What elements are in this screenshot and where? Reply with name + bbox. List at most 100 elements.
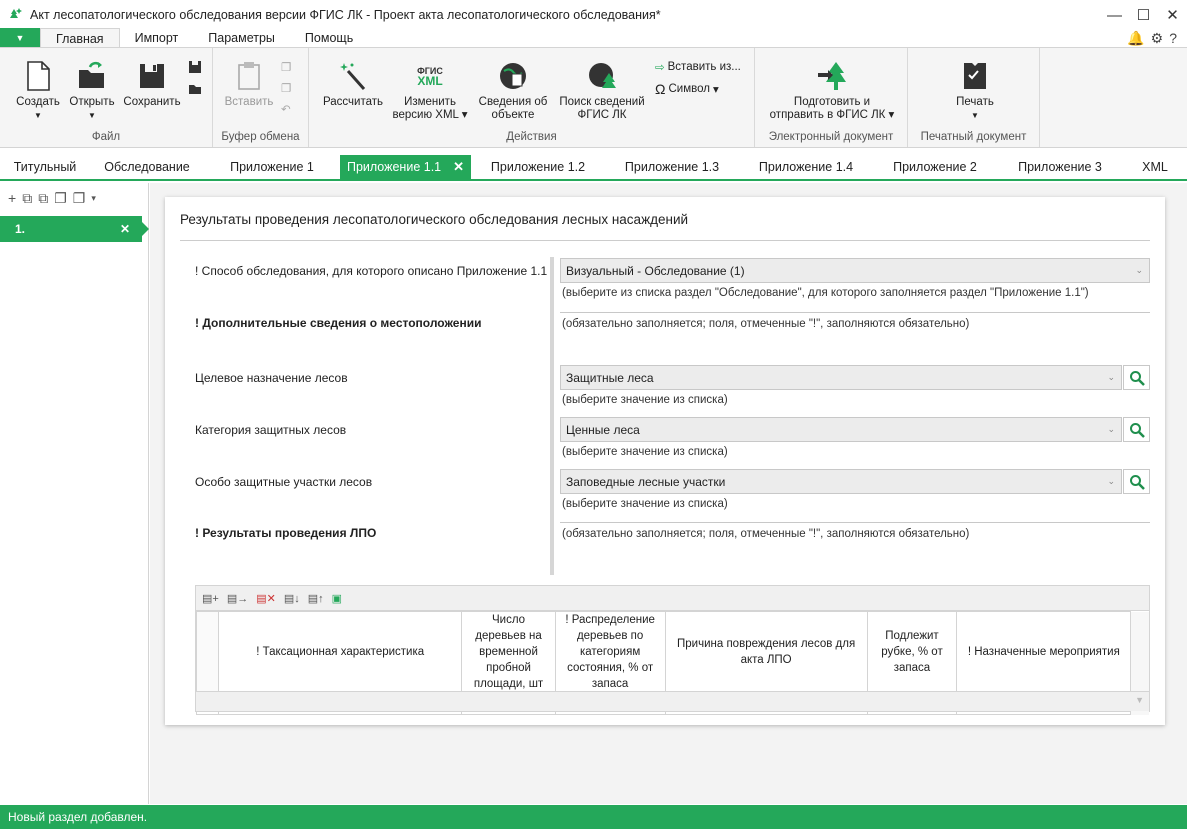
group-clipboard-label: Буфер обмена (221, 131, 300, 143)
column-header[interactable]: ! Таксационная характеристика (217, 611, 463, 693)
tab-import[interactable]: Импорт (120, 28, 194, 48)
group-actions: Рассчитать ФГИС XML Изменить версию XML ▾ … (309, 48, 755, 147)
save-as-icon[interactable] (188, 60, 202, 74)
results-table: ▤+ ▤→ ▤✕ ▤↓ ▤↑ ▣ ! Таксационная характер… (195, 585, 1150, 715)
create-button[interactable]: Создать ▼ (10, 60, 66, 122)
tab-xml[interactable]: XML (1123, 155, 1187, 179)
tab-appendix-1-3[interactable]: Приложение 1.3 (605, 155, 739, 179)
save-button[interactable]: Сохранить (120, 60, 184, 109)
tab-appendix-1-2[interactable]: Приложение 1.2 (471, 155, 605, 179)
settings-icon[interactable]: ⚙ (1151, 30, 1164, 47)
cut-icon[interactable]: ❐ (281, 81, 291, 95)
app-icon (6, 5, 26, 25)
paste-button[interactable]: Вставить (221, 60, 277, 109)
title-bar: Акт лесопатологического обследования вер… (0, 0, 1187, 30)
tab-parameters[interactable]: Параметры (193, 28, 290, 48)
add-icon[interactable]: + (8, 190, 16, 206)
special-areas-select[interactable]: Заповедные лесные участки ⌄ (560, 469, 1122, 494)
tab-survey[interactable]: Обследование (90, 155, 204, 179)
add-row-icon[interactable]: ▤+ (202, 592, 219, 605)
symbol-button[interactable]: Ω Символ ▾ (655, 81, 719, 97)
column-header[interactable]: Причина повреждения лесов для акта ЛПО (664, 611, 868, 693)
globe-tree-icon (586, 60, 618, 92)
extra-location-divider (560, 312, 1150, 313)
tab-appendix-1-1[interactable]: Приложение 1.1 ✕ (340, 155, 471, 179)
prepare-send-button[interactable]: Подготовить и отправить в ФГИС ЛК ▾ (763, 60, 901, 122)
document-tabs: Титульный Обследование Приложение 1 Прил… (0, 155, 1187, 181)
change-xml-version-button[interactable]: ФГИС XML Изменить версию XML ▾ (389, 60, 471, 122)
move-row-down-icon[interactable]: ▤↓ (284, 592, 300, 605)
tab-title-page[interactable]: Титульный (0, 155, 90, 179)
group-clipboard: Вставить ❐ ❐ ↶ Буфер обмена (213, 48, 309, 147)
results-hint: (обязательно заполняется; поля, отмеченн… (562, 528, 970, 540)
print-button[interactable]: Печать ▼ (940, 60, 1010, 122)
bell-icon[interactable]: 🔔 (1127, 30, 1144, 47)
survey-method-select[interactable]: Визуальный - Обследование (1) ⌄ (560, 258, 1150, 283)
delete-row-icon[interactable]: ▤✕ (256, 592, 276, 605)
table-toolbar: ▤+ ▤→ ▤✕ ▤↓ ▤↑ ▣ (196, 586, 1149, 611)
forest-purpose-select[interactable]: Защитные леса ⌄ (560, 365, 1122, 390)
fit-columns-icon[interactable]: ▣ (332, 592, 342, 605)
status-text: Новый раздел добавлен. (8, 810, 148, 824)
tab-appendix-2[interactable]: Приложение 2 (873, 155, 997, 179)
insert-from-button[interactable]: ⇨ Вставить из... (655, 60, 741, 74)
add-copy-icon[interactable]: ⧉ (22, 190, 32, 207)
special-areas-label: Особо защитные участки лесов (195, 475, 373, 489)
help-icon[interactable]: ? (1169, 30, 1177, 47)
undo-icon[interactable]: ↶ (281, 102, 291, 116)
section-item[interactable]: 1. ✕ (0, 216, 149, 242)
section-item-label: 1. (15, 222, 26, 236)
status-bar: Новый раздел добавлен. (0, 805, 1187, 829)
tab-appendix-1-1-label: Приложение 1.1 (346, 160, 442, 174)
maximize-icon[interactable]: ☐ (1129, 0, 1158, 30)
column-header[interactable]: ! Назначенные мероприятия (956, 611, 1132, 693)
toolbar-more-icon[interactable]: ▾ (91, 193, 96, 204)
tab-appendix-1[interactable]: Приложение 1 (204, 155, 340, 179)
move-row-up-icon[interactable]: ▤↑ (308, 592, 324, 605)
column-header[interactable]: Подлежит рубке, % от запаса (866, 611, 958, 693)
paste-section-icon[interactable]: ❐ (73, 190, 86, 207)
label-splitter[interactable] (550, 257, 554, 575)
insert-icon: ⇨ (655, 62, 665, 74)
open-button[interactable]: Открыть ▼ (66, 60, 118, 122)
tab-appendix-3[interactable]: Приложение 3 (997, 155, 1123, 179)
close-tab-icon[interactable]: ✕ (453, 159, 464, 175)
tab-home[interactable]: Главная (40, 28, 120, 48)
tree-send-icon (816, 60, 848, 92)
results-label: ! Результаты проведения ЛПО (195, 526, 377, 540)
ribbon: Создать ▼ Открыть ▼ Сохранить Файл Вставит… (0, 47, 1187, 148)
window-title: Акт лесопатологического обследования вер… (30, 8, 661, 22)
tab-appendix-1-4[interactable]: Приложение 1.4 (739, 155, 873, 179)
table-header-row: ! Таксационная характеристика Число дере… (196, 611, 1149, 693)
group-print: Печать ▼ Печатный документ (908, 48, 1040, 147)
object-info-button[interactable]: Сведения об объекте (473, 60, 553, 122)
magic-wand-icon (337, 60, 369, 92)
protect-category-select[interactable]: Ценные леса ⌄ (560, 417, 1122, 442)
main-area: Результаты проведения лесопатологическог… (150, 183, 1187, 804)
special-areas-search-button[interactable] (1123, 469, 1150, 494)
chevron-down-icon: ⌄ (1107, 476, 1115, 486)
calculate-button[interactable]: Рассчитать (319, 60, 387, 109)
tab-help[interactable]: Помощь (290, 28, 368, 48)
insert-row-icon[interactable]: ▤→ (227, 592, 248, 605)
group-file: Создать ▼ Открыть ▼ Сохранить Файл (0, 48, 213, 147)
duplicate-icon[interactable]: ⧉ (38, 190, 48, 207)
scroll-down-icon[interactable]: ▼ (1135, 695, 1144, 705)
forest-purpose-search-button[interactable] (1123, 365, 1150, 390)
chevron-down-icon: ⌄ (1135, 265, 1143, 275)
open-recent-icon[interactable] (188, 82, 202, 94)
close-icon[interactable]: ✕ (1158, 0, 1187, 30)
delete-section-icon[interactable]: ✕ (120, 222, 130, 236)
quick-access-dropdown[interactable]: ▼ (0, 28, 40, 48)
copy-section-icon[interactable]: ❐ (54, 190, 67, 207)
column-header[interactable]: Число деревьев на временной пробной площ… (461, 611, 556, 693)
copy-icon[interactable]: ❐ (281, 60, 291, 74)
column-header[interactable]: ! Распределение деревьев по категориям с… (554, 611, 666, 693)
search-icon (1129, 422, 1145, 438)
menu-bar: ▼ Главная Импорт Параметры Помощь 🔔 ⚙ ? (0, 28, 1187, 48)
protect-category-search-button[interactable] (1123, 417, 1150, 442)
open-folder-icon (76, 60, 108, 92)
group-edoc-label: Электронный документ (768, 131, 894, 143)
minimize-icon[interactable]: — (1100, 0, 1129, 30)
search-fgis-button[interactable]: Поиск сведений ФГИС ЛК (555, 60, 649, 122)
